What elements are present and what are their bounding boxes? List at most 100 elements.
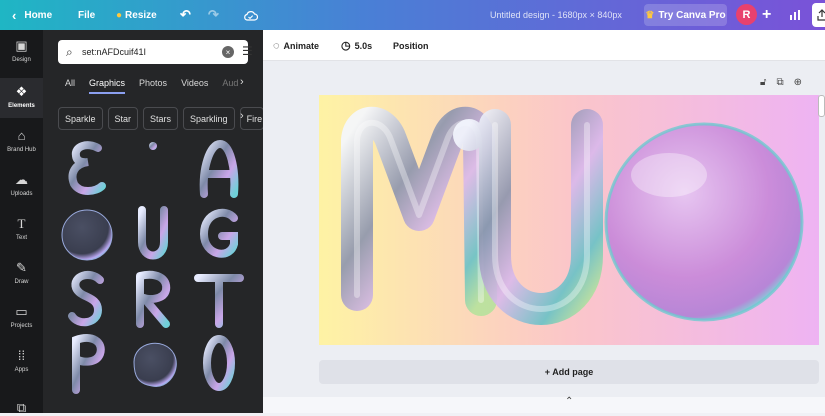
file-label: File <box>78 9 96 21</box>
rail-item-projects[interactable]: ▭ Projects <box>0 304 43 329</box>
top-bar: ‹ Home File ● Resize ↶ ↷ Untitled design… <box>0 0 825 30</box>
bar-chart-icon <box>790 10 800 20</box>
position-button[interactable]: Position <box>393 30 429 61</box>
graphic-bubble-blob[interactable] <box>124 332 182 394</box>
position-label: Position <box>393 40 429 51</box>
bottom-bar: ⌃ <box>263 396 825 413</box>
try-canva-pro-button[interactable]: ♛ Try Canva Pro <box>644 4 727 26</box>
rail-label: Elements <box>8 103 35 109</box>
rail-label: Brand Hub <box>7 147 36 153</box>
chip-star[interactable]: Star <box>107 107 139 130</box>
redo-button[interactable]: ↷ <box>208 0 219 30</box>
animate-button[interactable]: ◌ Animate <box>273 30 319 61</box>
tab-graphics[interactable]: Graphics <box>89 76 126 94</box>
copy-icon: ⧉ <box>16 400 27 415</box>
graphic-letter-i[interactable] <box>124 138 182 200</box>
home-label: Home <box>24 9 53 21</box>
graphic-letter-g[interactable] <box>190 204 248 266</box>
rail-label: Uploads <box>10 191 33 197</box>
rail-label: Text <box>15 235 27 241</box>
duplicate-page-icon[interactable]: ⧉ <box>776 77 783 88</box>
timer-icon: ◷ <box>341 40 351 52</box>
undo-button[interactable]: ↶ <box>180 0 191 30</box>
rail-item-uploads[interactable]: ☁ Uploads <box>0 172 43 197</box>
glass-letter-e-graphic <box>68 141 106 195</box>
undo-icon: ↶ <box>180 7 191 22</box>
add-collaborator-button[interactable]: + <box>762 0 771 30</box>
chevron-left-icon: ‹ <box>12 7 17 23</box>
duration-label: 5.0s <box>354 40 373 51</box>
search-input[interactable] <box>82 44 202 60</box>
graphic-letter-r[interactable] <box>124 268 182 330</box>
elements-panel: ⌕ × ☰ All Graphics Photos Videos Aud › S… <box>43 30 264 413</box>
crown-icon: ♛ <box>645 9 655 21</box>
bubble-blob-graphic <box>133 342 177 387</box>
rail-item-draw[interactable]: ✎ Draw <box>0 260 43 285</box>
category-tabs: All Graphics Photos Videos Aud <box>65 76 252 94</box>
tab-all[interactable]: All <box>65 76 75 94</box>
design-icon: ▣ <box>15 38 28 53</box>
context-toolbar: ◌ Animate ◷ 5.0s Position <box>263 30 825 61</box>
glass-letter-g-graphic <box>199 208 238 258</box>
graphic-letter-o[interactable] <box>190 332 248 394</box>
analytics-button[interactable] <box>789 0 801 30</box>
muo-glass-letters-graphic <box>341 106 804 325</box>
avatar[interactable]: R <box>736 4 757 25</box>
chevron-up-icon[interactable]: ⌃ <box>565 396 573 407</box>
graphic-letter-a[interactable] <box>190 138 248 200</box>
rail-label: Draw <box>14 279 29 285</box>
graphic-letter-o-bubble[interactable] <box>58 204 116 266</box>
filter-icon[interactable]: ☰ <box>242 44 253 58</box>
home-button[interactable]: ‹ Home <box>12 0 52 30</box>
glass-letter-p-graphic <box>72 333 105 394</box>
graphic-letter-s[interactable] <box>58 268 116 330</box>
chevron-right-icon[interactable]: › <box>240 110 244 122</box>
rail-label: Apps <box>14 367 29 373</box>
document-title[interactable]: Untitled design - 1680px × 840px <box>490 0 622 30</box>
canvas-scroll-handle[interactable] <box>818 95 825 117</box>
resize-button[interactable]: ● Resize <box>116 0 157 30</box>
rail-item-more[interactable]: ⧉ <box>0 400 43 416</box>
apps-icon: ⁞⁞ <box>17 348 26 363</box>
graphic-letter-t[interactable] <box>190 268 248 330</box>
glass-letter-t-graphic <box>194 274 244 328</box>
cloud-check-icon <box>244 10 258 21</box>
clear-icon[interactable]: × <box>222 46 234 58</box>
graphic-letter-u[interactable] <box>124 204 182 266</box>
rail-item-text[interactable]: T Text <box>0 216 43 241</box>
rail-item-apps[interactable]: ⁞⁞ Apps <box>0 348 43 373</box>
brand-hub-icon: ⌂ <box>17 128 26 143</box>
graphic-letter-e[interactable] <box>58 138 116 200</box>
try-pro-label: Try Canva Pro <box>658 9 726 21</box>
cloud-save-button[interactable] <box>243 0 258 30</box>
rail-item-brand-hub[interactable]: ⌂ Brand Hub <box>0 128 43 153</box>
rail-item-design[interactable]: ▣ Design <box>0 38 43 63</box>
chevron-right-icon[interactable]: › <box>240 76 244 88</box>
crown-icon: ● <box>116 9 123 21</box>
search-bar: ⌕ × ☰ <box>58 40 253 64</box>
animate-icon: ◌ <box>273 39 280 52</box>
share-button[interactable] <box>812 3 825 27</box>
rail-item-elements[interactable]: ❖ Elements <box>0 78 43 118</box>
chip-stars[interactable]: Stars <box>143 107 179 130</box>
glass-letter-s-graphic <box>68 270 104 327</box>
uploads-icon: ☁ <box>15 172 28 187</box>
tab-audio[interactable]: Aud <box>222 76 238 94</box>
chip-sparkle[interactable]: Sparkle <box>58 107 103 130</box>
graphic-letter-p[interactable] <box>58 332 116 394</box>
file-menu-button[interactable]: File <box>78 0 95 30</box>
tab-videos[interactable]: Videos <box>181 76 208 94</box>
lock-icon[interactable]: 🔓︎ <box>760 77 766 88</box>
side-rail: ▣ Design ❖ Elements ⌂ Brand Hub ☁ Upload… <box>0 30 43 416</box>
design-page[interactable] <box>319 95 819 345</box>
text-icon: T <box>17 216 26 231</box>
add-page-icon[interactable]: ⊕ <box>794 77 802 88</box>
chip-sparkling[interactable]: Sparkling <box>183 107 235 130</box>
projects-icon: ▭ <box>15 304 28 319</box>
page-actions: 🔓︎ ⧉ ⊕ <box>760 77 802 88</box>
tab-photos[interactable]: Photos <box>139 76 167 94</box>
animate-label: Animate <box>283 40 320 51</box>
add-page-button[interactable]: + Add page <box>319 360 819 384</box>
duration-button[interactable]: ◷ 5.0s <box>341 30 372 61</box>
glass-letter-u-graphic <box>138 206 168 260</box>
